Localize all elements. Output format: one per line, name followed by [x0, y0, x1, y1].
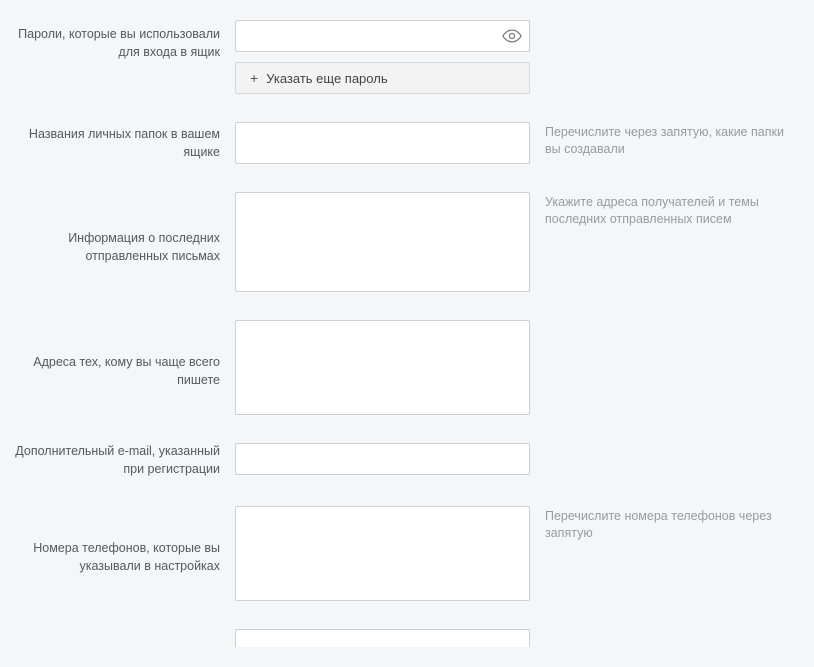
passwords-label: Пароли, которые вы использовали для вход…	[0, 20, 235, 61]
row-sent-info: Информация о последних отправленных пись…	[0, 192, 814, 292]
toggle-password-icon[interactable]	[502, 26, 522, 46]
frequent-recipients-input[interactable]	[235, 320, 530, 415]
plus-icon: +	[250, 70, 258, 86]
sent-info-label: Информация о последних отправленных пись…	[0, 192, 235, 265]
row-phone-numbers: Номера телефонов, которые вы указывали в…	[0, 506, 814, 601]
recovery-form: Пароли, которые вы использовали для вход…	[0, 20, 814, 647]
add-password-button[interactable]: + Указать еще пароль	[235, 62, 530, 94]
sent-info-hint: Укажите адреса получателей и темы послед…	[530, 192, 790, 228]
row-cutoff	[0, 629, 814, 647]
row-frequent-recipients: Адреса тех, кому вы чаще всего пишете	[0, 320, 814, 415]
folders-hint: Перечислите через запятую, какие папки в…	[530, 122, 790, 158]
phone-numbers-hint: Перечислите номера телефонов через запят…	[530, 506, 790, 542]
folders-label: Названия личных папок в вашем ящике	[0, 122, 235, 161]
folders-input[interactable]	[235, 122, 530, 164]
row-additional-email: Дополнительный e-mail, указанный при рег…	[0, 443, 814, 478]
phone-numbers-label: Номера телефонов, которые вы указывали в…	[0, 506, 235, 575]
row-passwords: Пароли, которые вы использовали для вход…	[0, 20, 814, 94]
row-folders: Названия личных папок в вашем ящике Пере…	[0, 122, 814, 164]
additional-email-label: Дополнительный e-mail, указанный при рег…	[0, 443, 235, 478]
additional-email-input[interactable]	[235, 443, 530, 475]
sent-info-input[interactable]	[235, 192, 530, 292]
add-password-label: Указать еще пароль	[266, 71, 387, 86]
passwords-input[interactable]	[235, 20, 530, 52]
cutoff-input[interactable]	[235, 629, 530, 647]
frequent-label: Адреса тех, кому вы чаще всего пишете	[0, 320, 235, 389]
phone-numbers-input[interactable]	[235, 506, 530, 601]
